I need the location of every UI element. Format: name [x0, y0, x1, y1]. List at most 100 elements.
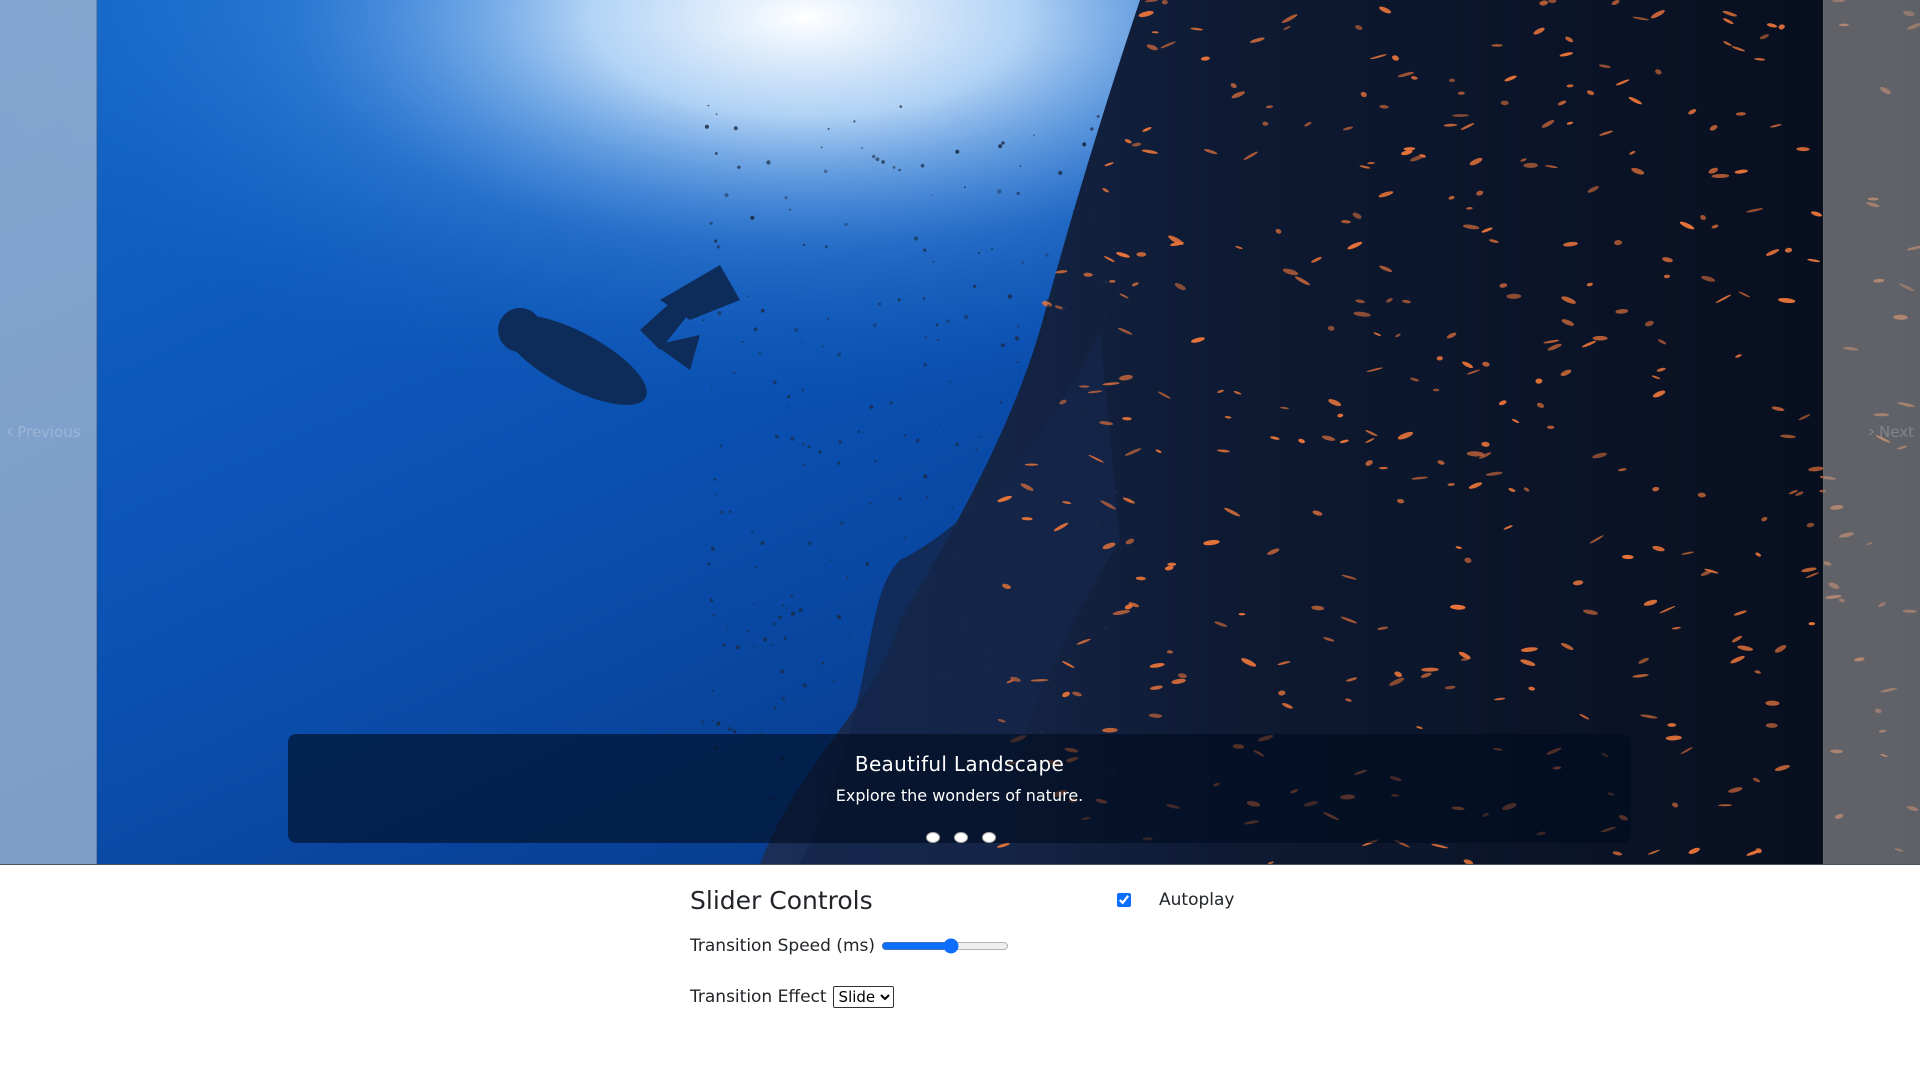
- small-fish-shape: [898, 576, 902, 579]
- small-fish-shape: [1066, 659, 1072, 664]
- small-fish-shape: [820, 146, 823, 149]
- small-fish-shape: [898, 569, 903, 573]
- controls-title: Slider Controls: [690, 886, 873, 915]
- small-fish-shape: [758, 351, 762, 355]
- small-fish-shape: [1000, 343, 1005, 348]
- small-fish-shape: [714, 493, 717, 496]
- small-fish-shape: [712, 720, 714, 722]
- small-fish-shape: [821, 661, 825, 665]
- small-fish-shape: [714, 152, 718, 155]
- speed-control: Transition Speed (ms): [690, 936, 1009, 956]
- autoplay-checkbox[interactable]: [1117, 893, 1131, 907]
- small-fish-shape: [824, 245, 828, 249]
- caption-subtitle: Explore the wonders of nature.: [835, 786, 1084, 805]
- small-fish-shape: [821, 345, 824, 348]
- small-fish-shape: [932, 582, 937, 587]
- small-fish-shape: [818, 450, 822, 454]
- small-fish-shape: [915, 438, 920, 443]
- slide-indicator-1[interactable]: [926, 832, 940, 843]
- small-fish-shape: [781, 696, 786, 701]
- small-fish-shape: [1111, 246, 1116, 251]
- small-fish-shape: [920, 163, 925, 168]
- small-fish-shape: [787, 395, 791, 399]
- small-fish-shape: [783, 636, 787, 640]
- small-fish-shape: [827, 127, 830, 130]
- small-fish-shape: [1045, 253, 1049, 257]
- small-fish-shape: [827, 318, 830, 320]
- small-fish-shape: [1073, 312, 1078, 316]
- next-overlay: › Next: [1823, 0, 1920, 864]
- small-fish-shape: [753, 645, 756, 648]
- previous-button-label: Previous: [17, 423, 81, 441]
- next-button[interactable]: › Next: [1868, 420, 1914, 444]
- fish-shape: [1024, 463, 1039, 466]
- speed-slider[interactable]: [881, 938, 1009, 954]
- small-fish-shape: [1094, 522, 1099, 526]
- small-fish-shape: [889, 624, 893, 628]
- small-fish-shape: [978, 252, 981, 254]
- small-fish-shape: [737, 165, 741, 169]
- small-fish-shape: [1084, 354, 1087, 357]
- small-fish-shape: [1001, 141, 1005, 145]
- small-fish-shape: [844, 222, 848, 226]
- chevron-right-icon: ›: [1867, 421, 1876, 442]
- next-button-label: Next: [1879, 423, 1914, 441]
- small-fish-shape: [980, 435, 983, 438]
- fish-shape: [1238, 613, 1246, 616]
- slide-indicator-2[interactable]: [954, 832, 968, 843]
- small-fish-shape: [988, 651, 993, 656]
- small-fish-shape: [1112, 534, 1115, 536]
- autoplay-control: Autoplay: [1117, 890, 1234, 910]
- small-fish-shape: [733, 730, 737, 734]
- small-fish-shape: [1046, 304, 1051, 309]
- slide-caption: Beautiful Landscape Explore the wonders …: [288, 734, 1631, 843]
- small-fish-shape: [1104, 350, 1107, 353]
- small-fish-shape: [802, 243, 806, 247]
- small-fish-shape: [1052, 684, 1057, 688]
- small-fish-shape: [889, 401, 893, 405]
- small-fish-shape: [881, 160, 885, 164]
- small-fish-shape: [707, 104, 710, 107]
- small-fish-shape: [735, 644, 740, 650]
- fish-shape: [1592, 335, 1608, 341]
- previous-button[interactable]: ‹ Previous: [6, 420, 81, 444]
- small-fish-shape: [755, 566, 758, 569]
- small-fish-shape: [878, 302, 882, 306]
- slide-indicator-3[interactable]: [982, 832, 996, 843]
- small-fish-shape: [928, 695, 931, 698]
- small-fish-shape: [1062, 306, 1067, 311]
- small-fish-shape: [763, 637, 768, 642]
- small-fish-shape: [785, 606, 789, 610]
- small-fish-shape: [1031, 601, 1034, 605]
- small-fish-shape: [1061, 581, 1065, 585]
- small-fish-shape: [802, 683, 807, 688]
- small-fish-shape: [1047, 699, 1051, 704]
- small-fish-shape: [942, 646, 945, 649]
- small-fish-shape: [728, 510, 732, 514]
- small-fish-shape: [731, 727, 734, 730]
- effect-select[interactable]: Slide: [832, 986, 894, 1008]
- small-fish-shape: [939, 423, 941, 426]
- small-fish-shape: [1002, 491, 1006, 495]
- small-fish-shape: [1046, 299, 1050, 302]
- small-fish-shape: [946, 319, 951, 324]
- small-fish-shape: [1049, 673, 1052, 676]
- small-fish-shape: [1087, 407, 1092, 412]
- small-fish-shape: [716, 245, 721, 249]
- small-fish-shape: [903, 434, 907, 437]
- small-fish-shape: [964, 622, 969, 627]
- small-fish-shape: [935, 323, 939, 327]
- small-fish-shape: [784, 196, 788, 200]
- small-fish-shape: [923, 546, 928, 551]
- small-fish-shape: [750, 530, 754, 533]
- small-fish-shape: [778, 615, 782, 620]
- small-fish-shape: [1057, 274, 1060, 277]
- small-fish-shape: [1108, 509, 1112, 513]
- small-fish-shape: [931, 194, 934, 197]
- small-fish-shape: [788, 208, 791, 211]
- small-fish-shape: [715, 113, 718, 116]
- fish-shape: [1500, 100, 1509, 106]
- small-fish-shape: [709, 598, 714, 602]
- small-fish-shape: [990, 248, 994, 251]
- small-fish-shape: [839, 521, 844, 526]
